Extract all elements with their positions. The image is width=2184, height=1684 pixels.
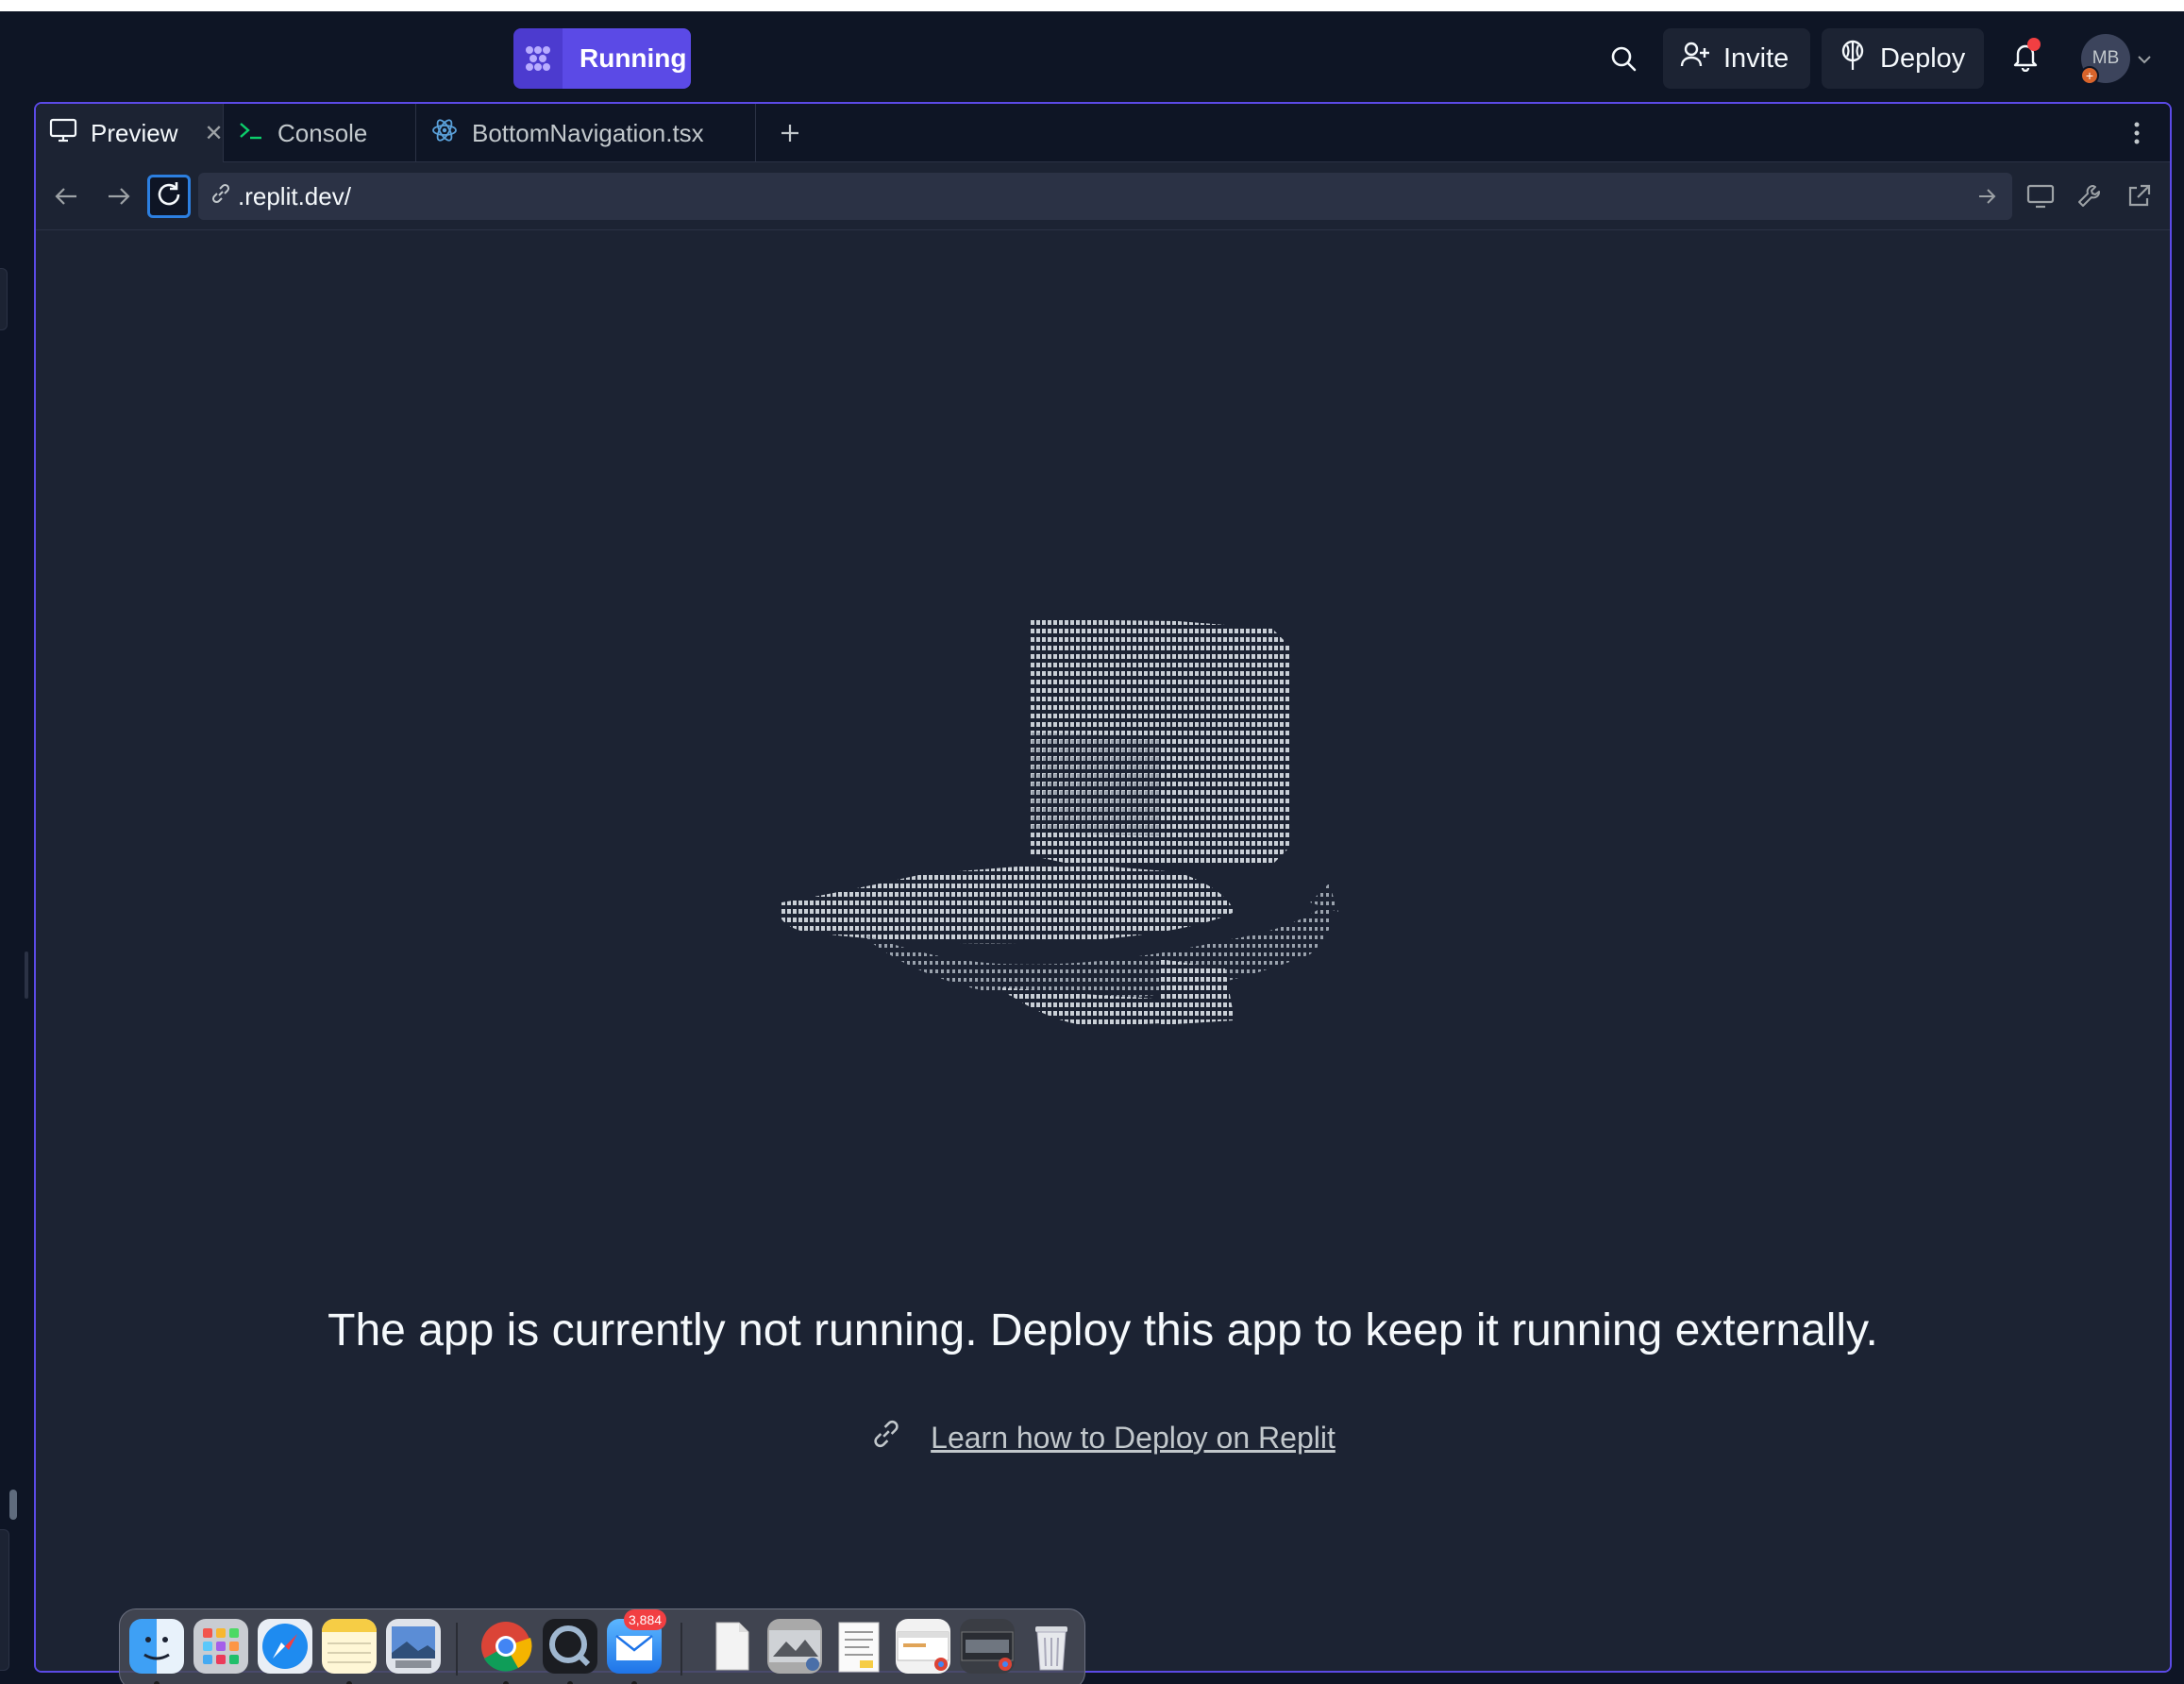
notification-dot (2027, 38, 2041, 51)
trash-icon[interactable] (1024, 1619, 1079, 1674)
invite-button[interactable]: Invite (1663, 28, 1810, 89)
wrench-icon[interactable] (2073, 179, 2107, 213)
preview-pane: Preview ✕ Console BottomNavigation.tsx .… (34, 102, 2172, 1673)
go-arrow-icon[interactable] (1976, 184, 1997, 213)
learn-deploy-link[interactable]: Learn how to Deploy on Replit (931, 1421, 1336, 1456)
chrome-icon[interactable] (479, 1619, 533, 1674)
replit-window: Running Invite Deploy MB + Preview ✕ Con… (0, 11, 2184, 1684)
forward-arrow-icon[interactable] (102, 179, 136, 213)
url-value: .replit.dev/ (238, 181, 351, 210)
preview-app-icon[interactable] (386, 1619, 441, 1674)
tab-divider (223, 104, 224, 162)
ascii-art-hat-illustration (781, 619, 1338, 1027)
reload-icon (155, 180, 183, 213)
devtools-monitor-icon[interactable] (2024, 179, 2058, 213)
left-panel-card (0, 268, 8, 330)
url-field[interactable]: .replit.dev/ (198, 173, 2012, 220)
not-running-message: The app is currently not running. Deploy… (328, 1305, 1878, 1356)
reload-button[interactable] (147, 175, 191, 218)
run-label: Running (563, 28, 691, 89)
preview-content: The app is currently not running. Deploy… (36, 230, 2170, 1671)
chevron-down-icon[interactable] (2137, 53, 2152, 70)
macos-dock: 3,884 (119, 1608, 1085, 1684)
tab-label: BottomNavigation.tsx (472, 118, 704, 147)
preview-toolbar: .replit.dev/ (36, 162, 2170, 230)
tab-label: Console (277, 118, 368, 147)
tab-preview[interactable]: Preview ✕ (36, 104, 224, 162)
tab-divider (415, 104, 416, 162)
deploy-label: Deploy (1880, 42, 1966, 74)
link-icon (870, 1418, 902, 1457)
add-user-icon (1680, 41, 1710, 76)
tab-bottomnavigation[interactable]: BottomNavigation.tsx (417, 104, 749, 162)
react-icon (430, 116, 459, 151)
document-icon[interactable] (703, 1619, 758, 1674)
launchpad-icon[interactable] (193, 1619, 248, 1674)
more-options-icon[interactable] (2121, 117, 2153, 149)
monitor-icon (49, 117, 77, 150)
tab-bar: Preview ✕ Console BottomNavigation.tsx (36, 104, 2170, 162)
deploy-icon (1839, 40, 1867, 77)
safari-icon[interactable] (258, 1619, 312, 1674)
top-bar: Running Invite Deploy MB + (0, 11, 2184, 102)
chrome-window-2-icon[interactable] (960, 1619, 1015, 1674)
dock-separator (680, 1623, 682, 1676)
resize-handle[interactable] (25, 951, 28, 999)
link-icon (210, 182, 232, 211)
back-arrow-icon[interactable] (49, 179, 83, 213)
notes-icon[interactable] (322, 1619, 377, 1674)
mail-unread-badge: 3,884 (624, 1609, 667, 1630)
left-panel-strip (0, 102, 34, 1684)
scrollbar[interactable] (9, 1490, 17, 1520)
deploy-button[interactable]: Deploy (1822, 28, 1984, 89)
tab-console[interactable]: Console (225, 104, 413, 162)
terminal-icon (238, 119, 264, 148)
left-panel-card-bottom (0, 1529, 9, 1671)
invite-label: Invite (1723, 42, 1789, 74)
dock-separator (456, 1623, 458, 1676)
tab-label: Preview (91, 118, 178, 147)
text-document-icon[interactable] (832, 1619, 886, 1674)
run-button[interactable]: Running (513, 28, 691, 89)
screenshot-thumbnail-icon[interactable] (767, 1619, 822, 1674)
finder-icon[interactable] (129, 1619, 184, 1674)
learn-link-row: Learn how to Deploy on Replit (36, 1418, 2170, 1457)
run-icon (513, 28, 563, 89)
close-icon[interactable]: ✕ (204, 120, 223, 147)
search-icon[interactable] (1604, 40, 1642, 77)
chrome-window-icon[interactable] (896, 1619, 950, 1674)
add-tab-icon[interactable] (774, 117, 806, 149)
quicktime-icon[interactable] (543, 1619, 597, 1674)
plus-badge-icon: + (2080, 66, 2099, 85)
tab-divider (755, 104, 756, 162)
open-external-icon[interactable] (2122, 179, 2156, 213)
